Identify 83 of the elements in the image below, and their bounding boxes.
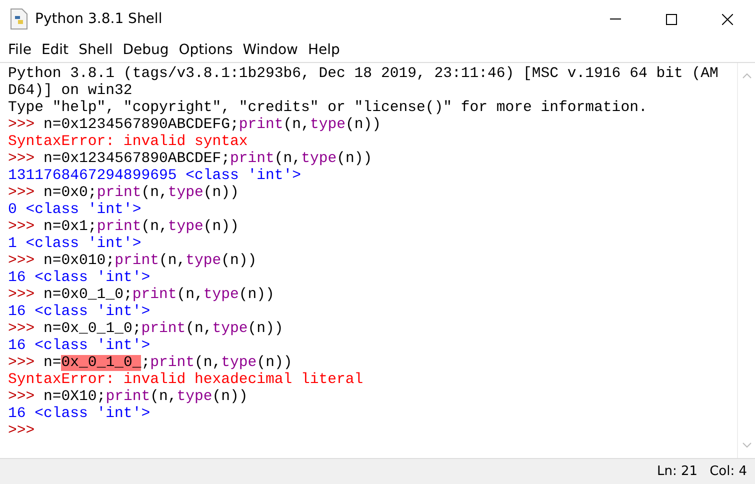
menu-item[interactable]: Shell (78, 42, 113, 58)
menu-item[interactable]: File (8, 42, 32, 58)
error-message: SyntaxError: invalid hexadecimal literal (8, 372, 364, 388)
menu-item[interactable]: Debug (122, 42, 169, 58)
builtin-name: print (150, 355, 195, 371)
code-text: n=0x1; (44, 219, 97, 235)
prompt-text: >>> (8, 219, 36, 235)
code-text: (n, (186, 321, 212, 337)
code-text: (n, (176, 287, 204, 303)
code-text: (n)) (256, 355, 292, 371)
code-text: (n, (141, 185, 168, 201)
builtin-name: type (168, 219, 204, 235)
prompt-text: >>> (8, 253, 36, 269)
output-text: 1 <class 'int'> (8, 236, 142, 252)
menu-item[interactable]: Window (242, 42, 298, 58)
code-text: n=0x_0_1_0; (44, 321, 142, 337)
builtin-name: type (203, 287, 239, 303)
builtin-name: print (132, 287, 177, 303)
error-highlight: 0x_0_1_0_ (61, 355, 142, 371)
code-text: (n)) (238, 287, 274, 303)
banner-text: Python 3.8.1 (tags/v3.8.1:1b293b6, Dec 18 2019, 23:11:46) [MSC v.1916 64 bit (AM (8, 66, 718, 82)
output-text: 16 <class 'int'> (8, 270, 150, 286)
menu-item[interactable]: Options (178, 42, 233, 58)
code-text: n= (44, 355, 62, 371)
banner-text: D64)] on win32 (8, 83, 132, 99)
output-text: 16 <class 'int'> (8, 304, 150, 320)
builtin-name: print (114, 253, 159, 269)
close-icon[interactable] (722, 14, 733, 24)
banner-text: Type "help", "copyright", "credits" or "license()" for more information. (8, 100, 648, 116)
column-indicator: Col: 4 (710, 464, 747, 479)
builtin-name: type (176, 389, 212, 405)
menu-item[interactable]: Help (308, 42, 340, 58)
code-text: (n, (274, 151, 302, 167)
code-text: n=0X10; (44, 389, 106, 405)
code-text: (n, (150, 389, 177, 405)
code-text: n=0x1234567890ABCDEFG; (44, 117, 239, 133)
builtin-name: type (212, 321, 248, 337)
builtin-name: print (96, 185, 142, 201)
line-indicator: Ln: 21 (657, 464, 698, 479)
code-text: (n)) (345, 117, 381, 133)
minimize-icon[interactable] (610, 18, 621, 20)
code-text: n=0x010; (44, 253, 115, 269)
output-text: 1311768467294899695 <class 'int'> (8, 168, 302, 184)
prompt-text: >>> (8, 117, 36, 133)
code-text: n=0x0_1_0; (44, 287, 132, 303)
code-text: (n, (158, 253, 186, 269)
builtin-name: type (168, 185, 204, 201)
prompt-text: >>> (8, 321, 36, 337)
error-message: SyntaxError: invalid syntax (8, 134, 248, 150)
code-text: (n)) (203, 185, 239, 201)
builtin-name: type (310, 117, 346, 133)
code-text: (n, (141, 219, 168, 235)
builtin-name: type (221, 355, 257, 371)
output-text: 0 <class 'int'> (8, 202, 142, 218)
code-text: (n)) (248, 321, 284, 337)
prompt-text: >>> (8, 151, 36, 167)
builtin-name: print (106, 389, 150, 405)
prompt-text: >>> (8, 423, 35, 439)
prompt-text: >>> (8, 389, 36, 405)
builtin-name: print (238, 117, 284, 133)
builtin-name: type (301, 151, 337, 167)
output-text: 16 <class 'int'> (8, 406, 150, 422)
python-file-icon (10, 8, 28, 30)
prompt-text: >>> (8, 355, 36, 371)
code-text: n=0x0; (44, 185, 97, 201)
code-text: (n, (194, 355, 222, 371)
builtin-name: type (186, 253, 222, 269)
code-text: (n)) (221, 253, 257, 269)
maximize-icon[interactable] (666, 14, 677, 24)
builtin-name: print (230, 151, 274, 167)
builtin-name: print (96, 219, 142, 235)
prompt-text: >>> (8, 287, 36, 303)
builtin-name: print (141, 321, 186, 337)
code-text: (n)) (212, 389, 248, 405)
code-text: (n)) (336, 151, 372, 167)
output-text: 16 <class 'int'> (8, 338, 150, 354)
code-text: ; (141, 355, 150, 371)
menu-item[interactable]: Edit (41, 42, 69, 58)
prompt-text: >>> (8, 185, 36, 201)
window-title: Python 3.8.1 Shell (35, 11, 162, 27)
code-text: n=0x1234567890ABCDEF; (44, 151, 230, 167)
code-text: (n, (283, 117, 310, 133)
code-text: (n)) (203, 219, 239, 235)
